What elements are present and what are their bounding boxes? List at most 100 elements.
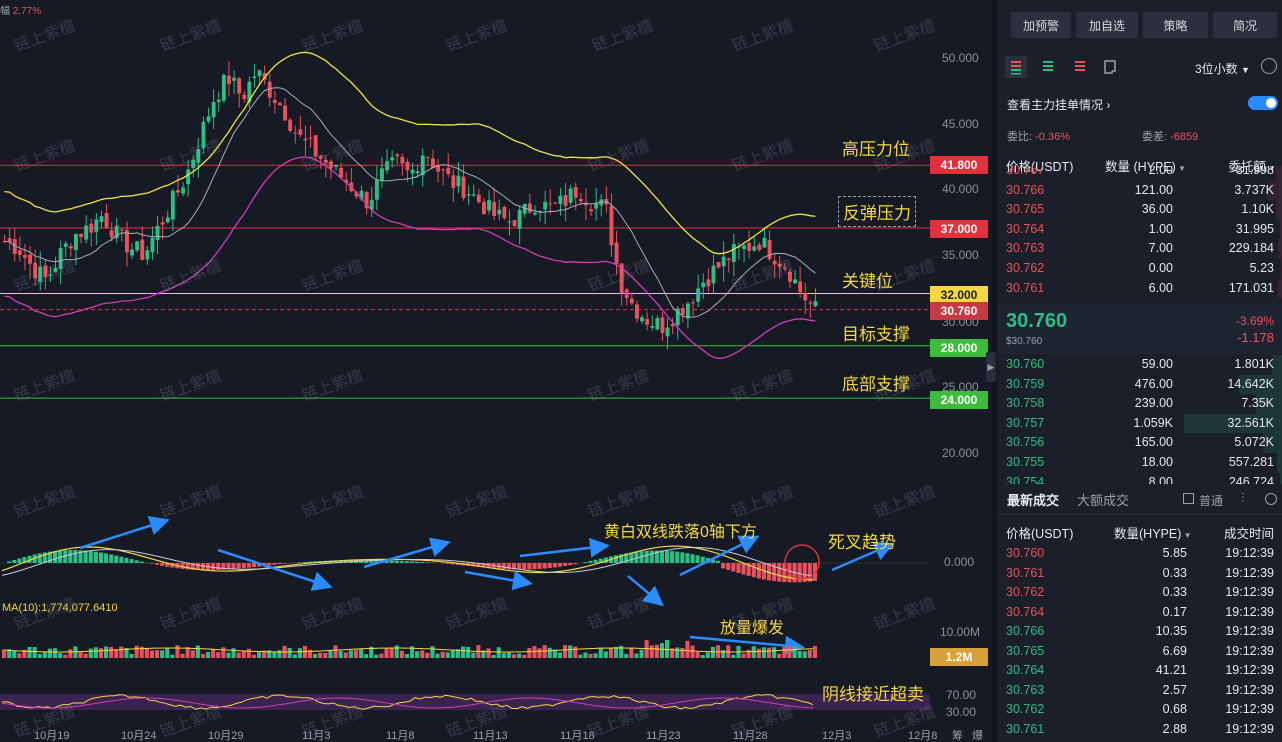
settings-icon[interactable] [1261, 58, 1277, 74]
change-badge-prefix: 幅 [0, 6, 10, 17]
date-label: 11月18 [560, 730, 595, 742]
ask-price: 30.765 [1006, 202, 1045, 217]
candle-body [283, 105, 287, 121]
volume-bar [190, 650, 195, 658]
main-force-link[interactable]: 查看主力挂单情况 › [1007, 96, 1110, 113]
expand-icon[interactable] [1099, 56, 1121, 78]
candle-body [252, 76, 257, 79]
volume-bar [211, 649, 216, 658]
ask-total: 3.737K [1234, 182, 1274, 197]
collapse-handle-icon[interactable]: ▶ [986, 352, 996, 382]
candle-body [176, 190, 180, 193]
candle-body [777, 263, 782, 267]
main-force-toggle[interactable] [1248, 96, 1278, 110]
bid-total: 32.561K [1227, 415, 1274, 430]
bid-row[interactable]: 30.754 8.00 246.724 [997, 472, 1282, 484]
bid-row[interactable]: 30.757 1.059K 32.561K [997, 413, 1282, 434]
candle-body [451, 175, 456, 188]
volume-bar [573, 646, 578, 658]
volume-bar [226, 652, 231, 658]
tab-large-trades[interactable]: 大额成交 [1077, 490, 1129, 509]
candle-body [288, 119, 293, 131]
macd-histogram-bar [104, 553, 109, 563]
tab-latest-trades[interactable]: 最新成交 [1007, 490, 1059, 509]
add-alert-button[interactable]: 加预警 [1011, 12, 1071, 38]
level-tag-41800: 41.800 [930, 156, 988, 174]
date-label: 11月23 [646, 730, 681, 742]
volume-bar [767, 647, 772, 658]
volume-bar [782, 647, 787, 658]
volume-bar [2, 650, 7, 658]
trade-header-qty[interactable]: 数量(HYPE) ▼ [1114, 523, 1192, 542]
chip-distribution-button[interactable]: 筹 [952, 727, 963, 742]
bid-row[interactable]: 30.756 165.00 5.072K [997, 433, 1282, 453]
ask-row[interactable]: 30.762 0.00 5.23 [997, 259, 1282, 279]
volume-bar [206, 652, 211, 658]
candle-body [568, 188, 573, 203]
bid-row[interactable]: 30.759 476.00 14.642K [997, 374, 1282, 395]
ask-row[interactable]: 30.767 2.00 31.998 [997, 166, 1282, 181]
date-label: 11月13 [473, 730, 508, 742]
volume-bar [812, 646, 817, 658]
kline-chart[interactable]: 幅 2.77% 50.000 45.000 40.000 35.000 30.0… [0, 0, 992, 742]
macd-histogram-bar [277, 563, 282, 565]
candle-body [257, 70, 262, 77]
annotation-death-cross: 死叉趋势 [828, 533, 896, 552]
macd-histogram-bar [675, 551, 680, 563]
strategy-button[interactable]: 策略 [1143, 12, 1208, 38]
volume-bar [583, 652, 588, 658]
macd-histogram-bar [410, 561, 415, 563]
macd-histogram-bar [231, 563, 236, 570]
volume-bar [537, 648, 542, 658]
volume-bar [634, 653, 639, 658]
volume-bar [430, 646, 435, 658]
overview-button[interactable]: 简况 [1213, 12, 1277, 38]
change-pct: -3.69% [1235, 314, 1274, 328]
volume-bar [379, 653, 384, 658]
trade-time: 19:12:39 [1225, 624, 1274, 638]
add-watchlist-button[interactable]: 加自选 [1076, 12, 1138, 38]
volume-bar [364, 654, 369, 658]
normal-checkbox[interactable] [1183, 493, 1194, 504]
bid-total: 5.072K [1234, 435, 1274, 450]
macd-histogram-bar [527, 563, 532, 570]
ask-row[interactable]: 30.761 6.00 171.031 [997, 278, 1282, 299]
ask-row[interactable]: 30.764 1.00 31.995 [997, 219, 1282, 240]
bid-qty: 476.00 [1134, 376, 1173, 391]
orderbook-sell-icon[interactable] [1069, 56, 1091, 78]
decimals-select[interactable]: 3位小数 ▼ [1195, 60, 1250, 77]
bid-row[interactable]: 30.760 59.00 1.801K [997, 355, 1282, 375]
bid-row[interactable]: 30.758 239.00 7.35K [997, 394, 1282, 414]
macd-histogram-bar [124, 557, 129, 563]
candle-body [762, 237, 767, 248]
ask-price: 30.762 [1006, 261, 1045, 275]
volume-bar [700, 654, 705, 658]
volume-bar [649, 645, 654, 658]
macd-histogram-bar [109, 554, 114, 563]
macd-histogram-bar [12, 559, 17, 563]
liquidation-button[interactable]: 爆 [972, 727, 983, 742]
candle-body [793, 279, 797, 284]
volume-bar [175, 645, 180, 658]
orderbook-panel: 加预警 加自选 策略 简况 3位小数 ▼ 查看主力挂单情况 › 委比: -0.3… [997, 0, 1282, 742]
settings-icon[interactable] [1265, 493, 1277, 505]
volume-bar [506, 652, 511, 658]
filter-icon[interactable]: ⫶ [1241, 490, 1244, 506]
macd-histogram-bar [726, 563, 731, 570]
macd-histogram-bar [420, 561, 425, 563]
orderbook-both-icon[interactable] [1005, 56, 1027, 78]
ask-row[interactable]: 30.763 7.00 229.184 [997, 239, 1282, 259]
ask-total: 31.998 [1235, 166, 1274, 177]
annotation-arrow [464, 570, 533, 591]
bid-row[interactable]: 30.755 18.00 557.281 [997, 453, 1282, 473]
candle-body [43, 265, 48, 278]
candle-body [150, 238, 155, 253]
current-price-tag: 30.760 [930, 302, 988, 320]
annotation-rebound: 反弹压力 [838, 196, 916, 227]
change-abs: -1.178 [1237, 330, 1274, 345]
ask-row[interactable]: 30.765 36.00 1.10K [997, 200, 1282, 220]
ask-row[interactable]: 30.766 121.00 3.737K [997, 180, 1282, 201]
orderbook-buy-icon[interactable] [1037, 56, 1059, 78]
macd-histogram-bar [211, 563, 216, 571]
candle-body [691, 302, 695, 304]
